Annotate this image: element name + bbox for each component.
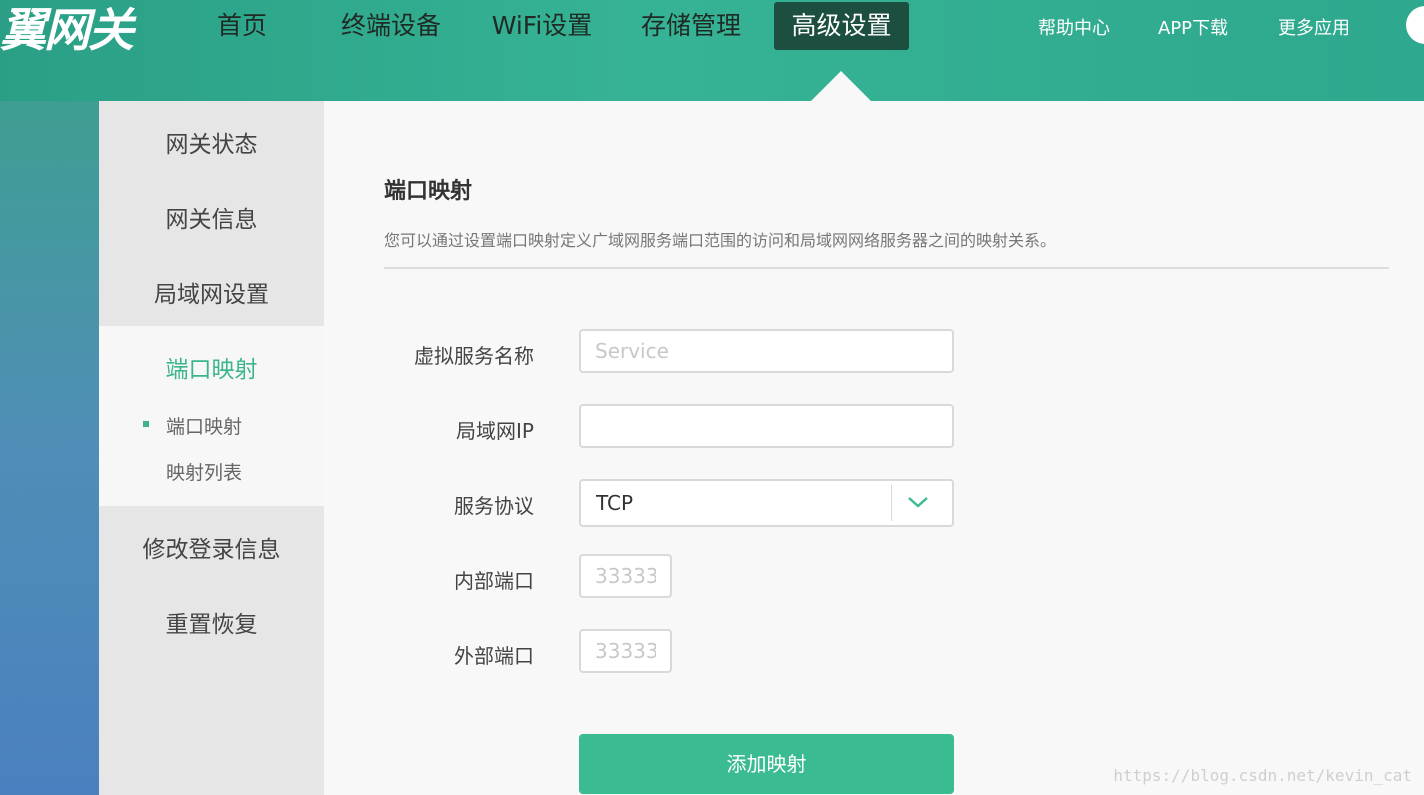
more-apps-link[interactable]: 更多应用 xyxy=(1278,14,1350,40)
page-description: 您可以通过设置端口映射定义广域网服务端口范围的访问和局域网网络服务器之间的映射关… xyxy=(384,231,1057,250)
protocol-selected-value: TCP xyxy=(596,491,634,515)
lan-ip-input[interactable] xyxy=(579,404,954,448)
chevron-down-icon[interactable] xyxy=(906,493,930,511)
internal-port-input[interactable] xyxy=(579,554,672,598)
sidebar-item-port-mapping[interactable]: 端口映射 xyxy=(99,350,324,384)
service-name-input[interactable] xyxy=(579,329,954,373)
nav-wifi-settings[interactable]: WiFi设置 xyxy=(484,2,600,50)
sidebar-item-lan-settings[interactable]: 局域网设置 xyxy=(99,275,324,309)
nav-home[interactable]: 首页 xyxy=(204,2,280,50)
nav-terminal-devices[interactable]: 终端设备 xyxy=(336,2,446,50)
external-port-label: 外部端口 xyxy=(454,644,534,668)
sidebar-subitem-port-mapping[interactable]: 端口映射 xyxy=(166,412,242,439)
top-navigation-bar: 翼网关 首页 终端设备 WiFi设置 存储管理 高级设置 帮助中心 APP下载 … xyxy=(0,0,1424,101)
external-port-input[interactable] xyxy=(579,629,672,673)
sidebar: 网关状态 网关信息 局域网设置 端口映射 端口映射 映射列表 修改登录信息 重置… xyxy=(99,101,324,795)
protocol-label: 服务协议 xyxy=(454,494,534,518)
logo[interactable]: 翼网关 xyxy=(0,0,134,60)
service-name-label: 虚拟服务名称 xyxy=(414,344,534,368)
sidebar-item-modify-login[interactable]: 修改登录信息 xyxy=(99,530,324,564)
nav-storage-management[interactable]: 存储管理 xyxy=(636,2,746,50)
protocol-select[interactable]: TCP xyxy=(579,479,954,527)
sidebar-item-gateway-info[interactable]: 网关信息 xyxy=(99,200,324,234)
main-panel: 端口映射 您可以通过设置端口映射定义广域网服务端口范围的访问和局域网网络服务器之… xyxy=(324,101,1424,795)
active-sub-bullet xyxy=(143,421,149,427)
avatar[interactable] xyxy=(1406,6,1424,44)
sidebar-item-gateway-status[interactable]: 网关状态 xyxy=(99,125,324,159)
select-separator xyxy=(891,485,892,521)
page-title: 端口映射 xyxy=(384,179,473,204)
sidebar-item-reset-restore[interactable]: 重置恢复 xyxy=(99,605,324,639)
lan-ip-label: 局域网IP xyxy=(456,419,534,443)
nav-advanced-settings[interactable]: 高级设置 xyxy=(774,2,909,50)
app-download-link[interactable]: APP下载 xyxy=(1158,14,1228,40)
add-mapping-button[interactable]: 添加映射 xyxy=(579,734,954,794)
sidebar-subitem-mapping-list[interactable]: 映射列表 xyxy=(166,458,242,485)
divider xyxy=(384,267,1389,269)
active-tab-pointer xyxy=(811,71,871,101)
help-center-link[interactable]: 帮助中心 xyxy=(1038,14,1110,40)
watermark: https://blog.csdn.net/kevin_cat xyxy=(1113,766,1412,785)
internal-port-label: 内部端口 xyxy=(454,569,534,593)
